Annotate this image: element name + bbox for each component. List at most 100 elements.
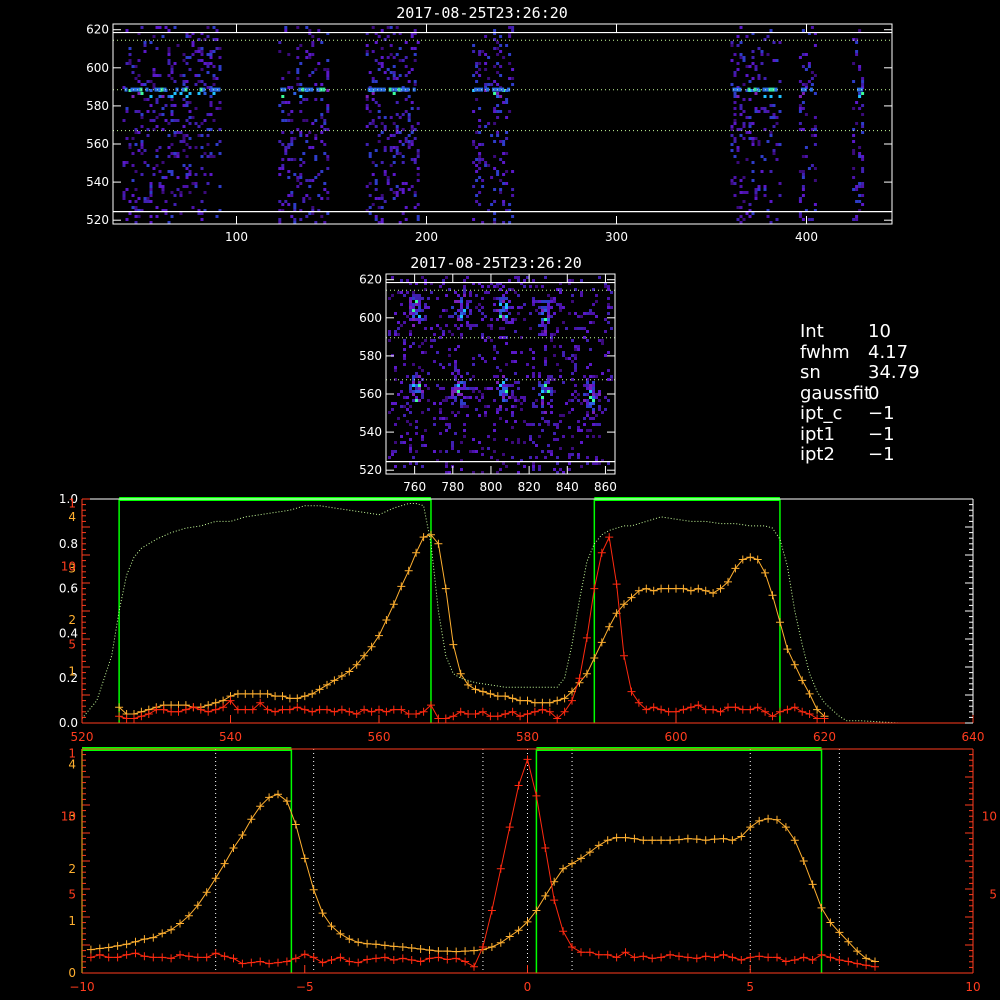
info-key: fwhm [800, 341, 850, 363]
heatmap-cell [484, 35, 488, 38]
heatmap-cell [197, 47, 201, 50]
heatmap-cell [290, 137, 294, 140]
heatmap-cell [499, 44, 503, 47]
y-tick-label: 0.6 [59, 582, 78, 596]
heatmap-cell [400, 381, 403, 384]
heatmap-cell [182, 164, 186, 167]
heatmap-cell [801, 218, 805, 221]
heatmap-cell [466, 303, 469, 306]
heatmap-cell [547, 318, 550, 321]
heatmap-cell [798, 95, 802, 98]
heatmap-cell [607, 351, 610, 354]
heatmap-cell [751, 50, 755, 53]
heatmap-cell [140, 83, 144, 86]
heatmap-cell [502, 393, 505, 396]
heatmap-cell [568, 399, 571, 402]
heatmap-cell [371, 119, 375, 122]
heatmap-cell [451, 372, 454, 375]
heatmap-cell [861, 122, 865, 125]
heatmap-cell [415, 432, 418, 435]
heatmap-cell [745, 35, 749, 38]
heatmap-cell [472, 44, 476, 47]
heatmap-cell [311, 212, 315, 215]
heatmap-cell [403, 321, 406, 324]
heatmap-cell [508, 306, 511, 309]
heatmap-cell [502, 381, 505, 384]
heatmap-cell [320, 83, 324, 86]
heatmap-cell [326, 59, 330, 62]
heatmap-cell [401, 128, 405, 131]
heatmap-cell [493, 167, 497, 170]
heatmap-cell [284, 149, 288, 152]
heatmap-cell [314, 98, 318, 101]
heatmap-cell [861, 158, 865, 161]
heatmap-cell [469, 324, 472, 327]
heatmap-cell [137, 74, 141, 77]
heatmap-cell [502, 294, 505, 297]
heatmap-cell [733, 140, 737, 143]
y-tick-label: 5 [989, 888, 997, 902]
heatmap-cell [514, 291, 517, 294]
heatmap-cell [182, 140, 186, 143]
heatmap-cell [556, 438, 559, 441]
heatmap-cell [736, 149, 740, 152]
heatmap-cell [451, 306, 454, 309]
heatmap-cell [852, 167, 856, 170]
heatmap-cell [463, 279, 466, 282]
heatmap-cell [395, 53, 399, 56]
heatmap-cell [317, 29, 321, 32]
heatmap-cell [281, 158, 285, 161]
heatmap-cell [559, 447, 562, 450]
heatmap-cell [529, 423, 532, 426]
heatmap-cell [155, 116, 159, 119]
heatmap-cell [167, 122, 171, 125]
heatmap-cell [383, 71, 387, 74]
info-key: ipt2 [800, 444, 835, 465]
heatmap-cell [170, 152, 174, 155]
x-tick-label: 580 [516, 730, 539, 744]
heatmap-cell [457, 384, 460, 387]
heatmap-cell [466, 372, 469, 375]
heatmap-cell [586, 405, 589, 408]
heatmap-cell [463, 423, 466, 426]
heatmap-cell [505, 44, 509, 47]
heatmap-cell [200, 155, 204, 158]
heatmap-cell [454, 348, 457, 351]
heatmap-cell [733, 122, 737, 125]
heatmap-cell [311, 146, 315, 149]
heatmap-cell [146, 164, 150, 167]
heatmap-cell [140, 140, 144, 143]
heatmap-cell [798, 215, 802, 218]
x-tick-label: −5 [296, 980, 314, 994]
heatmap-cell [736, 62, 740, 65]
heatmap-cell [128, 212, 132, 215]
heatmap-cell [409, 462, 412, 465]
heatmap-cell [559, 420, 562, 423]
heatmap-cell [511, 83, 515, 86]
heatmap-cell [406, 402, 409, 405]
heatmap-cell [520, 306, 523, 309]
heatmap-cell [416, 122, 420, 125]
heatmap-cell [287, 71, 291, 74]
heatmap-cell [760, 53, 764, 56]
heatmap-cell [798, 122, 802, 125]
heatmap-cell [855, 188, 859, 191]
heatmap-cell [305, 134, 309, 137]
heatmap-cell [203, 83, 207, 86]
heatmap-cell [412, 315, 415, 318]
heatmap-cell [472, 375, 475, 378]
heatmap-cell [209, 113, 213, 116]
heatmap-cell [392, 161, 396, 164]
heatmap-cell [586, 429, 589, 432]
heatmap-cell [377, 134, 381, 137]
heatmap-cell [371, 98, 375, 101]
heatmap-cell [182, 59, 186, 62]
heatmap-cell [320, 113, 324, 116]
heatmap-cell [586, 456, 589, 459]
heatmap-cell [757, 110, 761, 113]
heatmap-cell [415, 318, 418, 321]
heatmap-cell [577, 456, 580, 459]
heatmap-cell [514, 396, 517, 399]
heatmap-cell [308, 29, 312, 32]
heatmap-cell [861, 125, 865, 128]
